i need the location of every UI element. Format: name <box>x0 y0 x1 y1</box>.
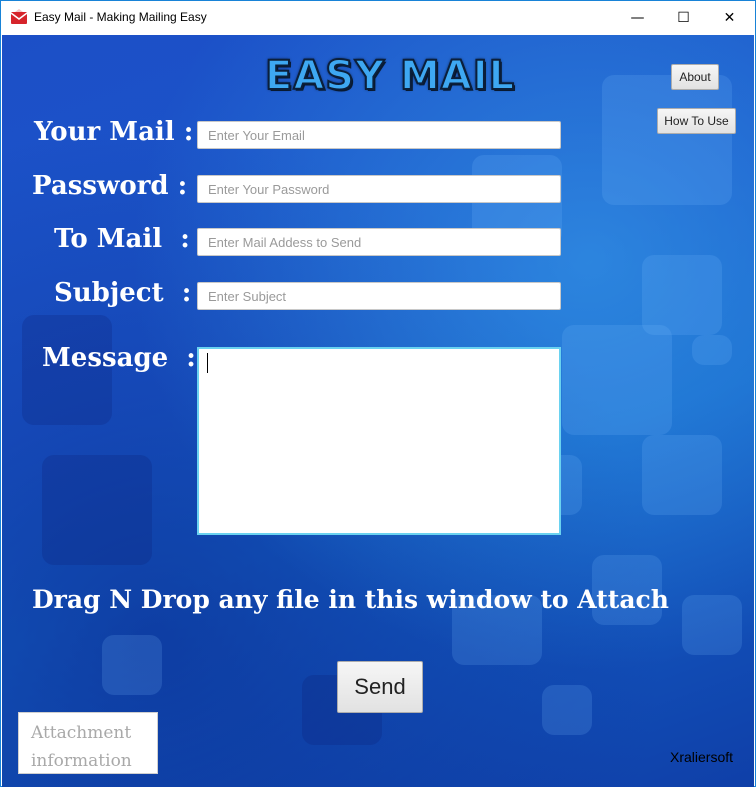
attachment-info-line2: information <box>31 751 132 771</box>
attachment-info-box: Attachment information <box>18 712 158 774</box>
background-decoration <box>562 325 672 435</box>
app-logo: EASY MAIL <box>264 52 516 100</box>
about-button[interactable]: About <box>671 64 719 90</box>
drag-drop-hint: Drag N Drop any file in this window to A… <box>32 585 669 614</box>
attachment-info-line1: Attachment <box>31 723 132 743</box>
your-mail-input[interactable] <box>197 121 561 149</box>
main-panel: EASY MAIL About How To Use Your Mail : P… <box>2 35 754 787</box>
title-bar[interactable]: Easy Mail - Making Mailing Easy — ☐ ✕ <box>1 1 755 35</box>
password-label: Password : <box>32 171 188 201</box>
to-mail-label: To Mail : <box>54 224 190 254</box>
background-decoration <box>642 435 722 515</box>
password-input[interactable] <box>197 175 561 203</box>
app-window: Easy Mail - Making Mailing Easy — ☐ ✕ EA… <box>0 0 756 787</box>
how-to-use-button[interactable]: How To Use <box>657 108 736 134</box>
background-decoration <box>642 255 722 335</box>
background-decoration <box>692 335 732 365</box>
background-decoration <box>42 455 152 565</box>
close-button[interactable]: ✕ <box>707 1 752 35</box>
your-mail-label: Your Mail : <box>34 117 194 147</box>
background-decoration <box>542 685 592 735</box>
send-button[interactable]: Send <box>337 661 423 713</box>
background-decoration <box>602 75 732 205</box>
footer-brand: Xraliersoft <box>670 749 734 765</box>
background-decoration <box>682 595 742 655</box>
text-caret <box>207 353 208 373</box>
background-decoration <box>102 635 162 695</box>
subject-label: Subject : <box>54 278 192 308</box>
mail-envelope-icon <box>10 9 28 24</box>
minimize-button[interactable]: — <box>615 1 660 35</box>
window-title: Easy Mail - Making Mailing Easy <box>34 10 207 24</box>
maximize-button[interactable]: ☐ <box>661 1 706 35</box>
message-label: Message : <box>42 343 196 373</box>
message-textarea[interactable] <box>197 347 561 535</box>
subject-input[interactable] <box>197 282 561 310</box>
to-mail-input[interactable] <box>197 228 561 256</box>
